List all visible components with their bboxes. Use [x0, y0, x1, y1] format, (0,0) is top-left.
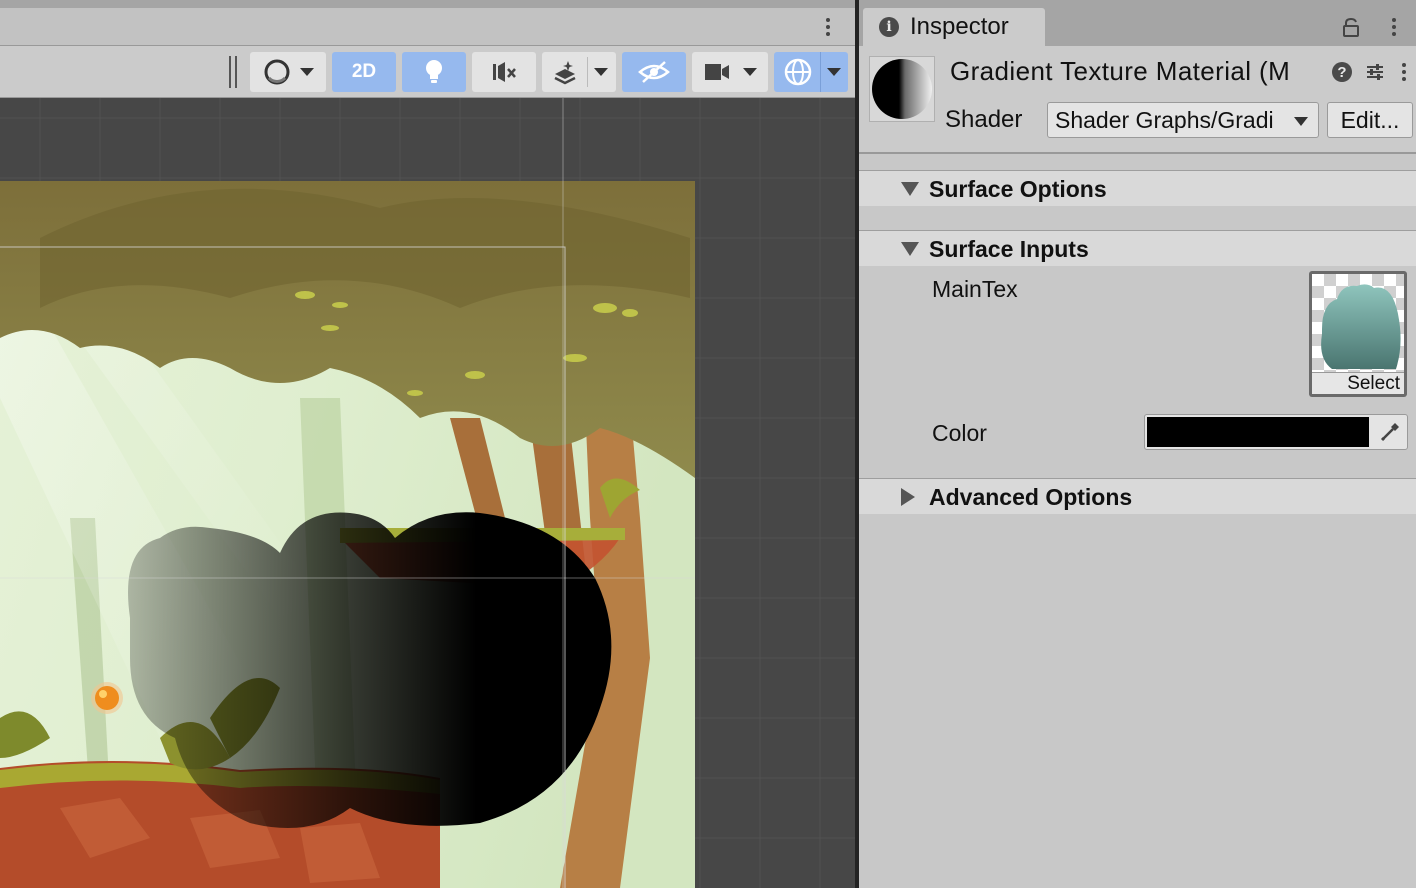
camera-dropdown[interactable] — [692, 52, 768, 92]
camera-icon — [705, 64, 729, 80]
shader-dropdown[interactable]: Shader Graphs/Gradi — [1047, 102, 1319, 138]
help-icon[interactable]: ? — [1332, 62, 1352, 82]
maintex-texture-slot[interactable]: Select — [1309, 271, 1407, 397]
effects-dropdown[interactable] — [542, 52, 616, 92]
inspector-tab-bar: i Inspector — [859, 8, 1416, 46]
section-label: Surface Inputs — [929, 236, 1089, 262]
foldout-surface-options[interactable]: Surface Options — [859, 170, 1416, 206]
unity-editor: 2D i Inspector Gradient Texture Material… — [0, 0, 1416, 888]
gizmos-dropdown[interactable] — [774, 52, 848, 92]
section-label: Surface Options — [929, 176, 1107, 202]
lighting-toggle[interactable] — [402, 52, 466, 92]
inspector-panel: i Inspector Gradient Texture Material (M… — [859, 0, 1416, 888]
foldout-collapsed-icon — [901, 488, 915, 506]
gradient-blob-sprite[interactable] — [128, 512, 612, 828]
scene-visibility-toggle[interactable] — [622, 52, 686, 92]
shading-mode-dropdown[interactable] — [250, 52, 326, 92]
audio-mute-icon — [493, 62, 516, 82]
lock-icon[interactable] — [1342, 17, 1360, 37]
tab-inspector[interactable]: i Inspector — [863, 8, 1045, 46]
kebab-menu-icon[interactable] — [1389, 15, 1399, 39]
eyedropper-icon[interactable] — [1379, 421, 1401, 443]
scene-view-panel: 2D — [0, 0, 855, 888]
lighting-icon — [426, 60, 442, 83]
audio-toggle[interactable] — [472, 52, 536, 92]
foldout-surface-inputs[interactable]: Surface Inputs — [859, 230, 1416, 266]
texture-select-button[interactable]: Select — [1312, 372, 1404, 394]
inspector-tab-label: Inspector — [910, 13, 1009, 40]
color-label: Color — [932, 420, 987, 446]
maintex-label: MainTex — [932, 276, 1018, 302]
texture-thumbnail: Select — [1312, 274, 1404, 394]
scene-canvas — [0, 98, 855, 888]
chevron-down-icon — [743, 68, 757, 76]
chevron-down-icon — [593, 68, 608, 76]
window-top-strip — [0, 0, 855, 8]
material-sphere-icon — [872, 59, 932, 119]
shading-mode-icon — [264, 59, 290, 85]
chevron-down-icon — [826, 68, 841, 76]
material-title: Gradient Texture Material (M — [950, 56, 1291, 86]
foldout-expanded-icon — [901, 182, 919, 196]
shader-label: Shader — [945, 106, 1023, 133]
preset-sliders-icon[interactable] — [1365, 62, 1385, 82]
effects-icon — [553, 61, 576, 85]
material-preview — [869, 56, 935, 122]
scene-viewport[interactable] — [0, 98, 855, 888]
section-label: Advanced Options — [929, 484, 1133, 510]
window-top-strip — [859, 0, 1416, 8]
kebab-menu-icon[interactable] — [1399, 60, 1409, 84]
chevron-down-icon — [1294, 117, 1308, 126]
gizmos-icon — [784, 58, 811, 86]
scene-toolbar: 2D — [0, 46, 855, 98]
material-header: Gradient Texture Material (M ? Shader Sh… — [859, 46, 1416, 154]
chevron-down-icon — [300, 68, 314, 76]
foldout-advanced-options[interactable]: Advanced Options — [859, 478, 1416, 514]
color-swatch[interactable] — [1147, 417, 1369, 447]
info-icon: i — [879, 17, 899, 37]
foldout-expanded-icon — [901, 242, 919, 256]
kebab-menu-icon[interactable] — [823, 15, 833, 39]
mode-2d-toggle[interactable]: 2D — [332, 52, 396, 92]
mode-2d-label: 2D — [351, 61, 377, 82]
divider — [586, 57, 588, 87]
divider — [819, 52, 821, 92]
toolbar-grip[interactable] — [229, 56, 237, 88]
scene-tab-bar — [0, 8, 855, 46]
edit-shader-button[interactable]: Edit... — [1327, 102, 1413, 138]
shader-value: Shader Graphs/Gradi — [1055, 106, 1274, 133]
visibility-icon — [638, 61, 670, 83]
color-field[interactable] — [1144, 414, 1408, 450]
